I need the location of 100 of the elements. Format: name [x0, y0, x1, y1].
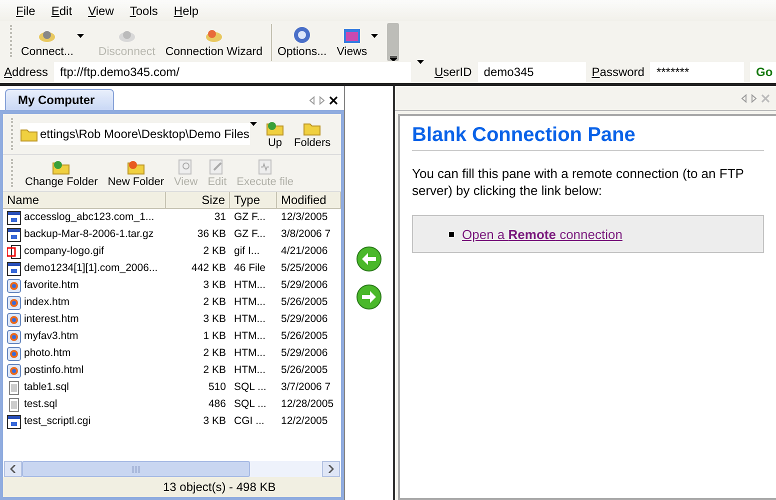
- file-name-cell[interactable]: photo.htm: [3, 345, 166, 362]
- grip-icon: [132, 466, 140, 472]
- file-name-cell[interactable]: backup-Mar-8-2006-1.tar.gz: [3, 226, 166, 243]
- password-label: Password: [592, 65, 644, 79]
- web-page-icon: [7, 312, 21, 326]
- table-cell-text: 5/29/2006: [280, 278, 329, 293]
- web-page-icon: [7, 330, 21, 344]
- toolbar-button[interactable]: Views: [332, 26, 388, 61]
- file-name-cell[interactable]: company-logo.gif: [3, 243, 166, 260]
- bullet-icon: [449, 232, 454, 236]
- table-cell-text: 5/26/2005: [280, 329, 329, 344]
- table-cell-text: HTM...: [233, 346, 266, 361]
- table-cell-text: 2 KB: [202, 295, 227, 310]
- table-cell-text: HTM...: [233, 312, 266, 327]
- file-name-cell[interactable]: demo1234[1][1].com_2006...: [3, 260, 166, 277]
- table-cell-text: HTM...: [233, 295, 266, 310]
- table-cell-text: 46 File: [233, 261, 267, 276]
- magnifier-icon: [178, 158, 194, 174]
- table-cell-text: 31: [213, 210, 227, 225]
- close-icon[interactable]: [329, 96, 338, 105]
- file-name-cell[interactable]: favorite.htm: [3, 277, 166, 294]
- table-cell-text: SQL ...: [233, 380, 268, 395]
- caret-icon[interactable]: [77, 34, 84, 38]
- file-name-cell[interactable]: myfav3.htm: [3, 328, 166, 345]
- userid-field[interactable]: demo345: [478, 62, 586, 82]
- file-name-cell[interactable]: test.sql: [3, 396, 166, 413]
- file-name-cell[interactable]: index.htm: [3, 294, 166, 311]
- menu-item[interactable]: Edit: [43, 4, 80, 18]
- toolbar-button[interactable]: Change Folder: [20, 158, 103, 188]
- web-page-icon: [7, 364, 21, 378]
- table-cell-text: 442 KB: [190, 261, 227, 276]
- table-cell-text: 5/26/2005: [280, 295, 329, 310]
- scroll-right-icon[interactable]: [319, 96, 326, 105]
- image-file-icon: [7, 244, 21, 258]
- address-field[interactable]: ftp://ftp.demo345.com/: [54, 62, 412, 82]
- file-name-cell[interactable]: accesslog_abc123.com_1...: [3, 209, 166, 226]
- horizontal-scrollbar[interactable]: [4, 461, 340, 477]
- table-cell-text: 486: [207, 397, 227, 412]
- caret-icon[interactable]: [371, 34, 378, 38]
- menu-item[interactable]: View: [80, 4, 122, 18]
- connection-link[interactable]: Open a Remote connection: [462, 226, 622, 242]
- table-cell-text: 36 KB: [196, 227, 227, 242]
- toolbar-button[interactable]: Folders: [289, 120, 336, 148]
- scroll-left-icon[interactable]: [741, 94, 747, 102]
- window-icon: [7, 210, 21, 224]
- file-name-cell[interactable]: table1.sql: [3, 379, 166, 396]
- menu-item[interactable]: Tools: [122, 4, 166, 18]
- table-cell-text: gif I...: [233, 244, 261, 259]
- chevron-icon: [390, 56, 397, 61]
- toolbar-button[interactable]: Connect...: [16, 26, 94, 61]
- table-cell-text: 5/26/2005: [280, 363, 329, 378]
- file-name-cell[interactable]: interest.htm: [3, 311, 166, 328]
- table-cell-text: 12/3/2005: [280, 210, 329, 225]
- column-header[interactable]: Name: [3, 192, 166, 209]
- folder-icon: [126, 158, 145, 174]
- table-cell-text: 12/28/2005: [280, 397, 335, 412]
- table-cell-text: 1 KB: [202, 329, 227, 344]
- toolbar-button[interactable]: New Folder: [102, 158, 170, 188]
- table-cell-text: 12/2/2005: [280, 414, 329, 429]
- toolbar-button[interactable]: Up: [261, 120, 289, 148]
- menu-item[interactable]: File: [8, 4, 44, 18]
- web-page-icon: [7, 296, 21, 310]
- toolbar-button[interactable]: Connection Wizard: [160, 26, 268, 61]
- table-cell-text: HTM...: [233, 329, 266, 344]
- caret-icon[interactable]: [417, 60, 424, 64]
- plug-icon: [37, 28, 58, 44]
- column-header[interactable]: Size: [166, 192, 230, 209]
- userid-label: UserID: [434, 65, 472, 79]
- caret-icon[interactable]: [250, 122, 257, 126]
- go-button[interactable]: Go: [750, 62, 776, 82]
- table-cell-text: CGI ...: [233, 414, 266, 429]
- path-dropdown[interactable]: ettings\Rob Moore\Desktop\Demo Files: [20, 123, 250, 145]
- overflow-button[interactable]: [387, 23, 400, 61]
- file-name-cell[interactable]: test_scriptl.cgi: [3, 413, 166, 430]
- text-file-icon: [7, 398, 21, 412]
- pencil-icon: [209, 158, 226, 174]
- document-icon: [257, 158, 274, 174]
- scroll-left-icon[interactable]: [309, 96, 316, 105]
- table-cell-text: 3 KB: [202, 414, 227, 429]
- scroll-left-icon[interactable]: [10, 465, 16, 473]
- text-file-icon: [7, 380, 21, 394]
- menu-item[interactable]: Help: [166, 4, 207, 18]
- column-header[interactable]: Type: [230, 192, 277, 209]
- plug-icon: [116, 28, 137, 44]
- table-cell-text: 5/25/2006: [280, 261, 329, 276]
- file-name-cell[interactable]: postinfo.html: [3, 362, 166, 379]
- window-icon: [342, 28, 361, 44]
- column-header[interactable]: Modified: [277, 192, 342, 209]
- web-page-icon: [7, 278, 21, 292]
- scroll-right-icon[interactable]: [751, 94, 757, 102]
- table-cell-text: 3/7/2006 7: [280, 380, 332, 395]
- table-cell-text: SQL ...: [233, 397, 268, 412]
- folder-up-icon: [266, 120, 284, 136]
- password-field[interactable]: *******: [650, 62, 744, 82]
- table-cell-text: 2 KB: [202, 346, 227, 361]
- scroll-right-icon[interactable]: [328, 465, 334, 473]
- pane-tab[interactable]: My Computer: [5, 89, 114, 110]
- path-text: ettings\Rob Moore\Desktop\Demo Files: [40, 127, 250, 141]
- table-cell-text: 3 KB: [202, 312, 227, 327]
- table-cell-text: 510: [207, 380, 227, 395]
